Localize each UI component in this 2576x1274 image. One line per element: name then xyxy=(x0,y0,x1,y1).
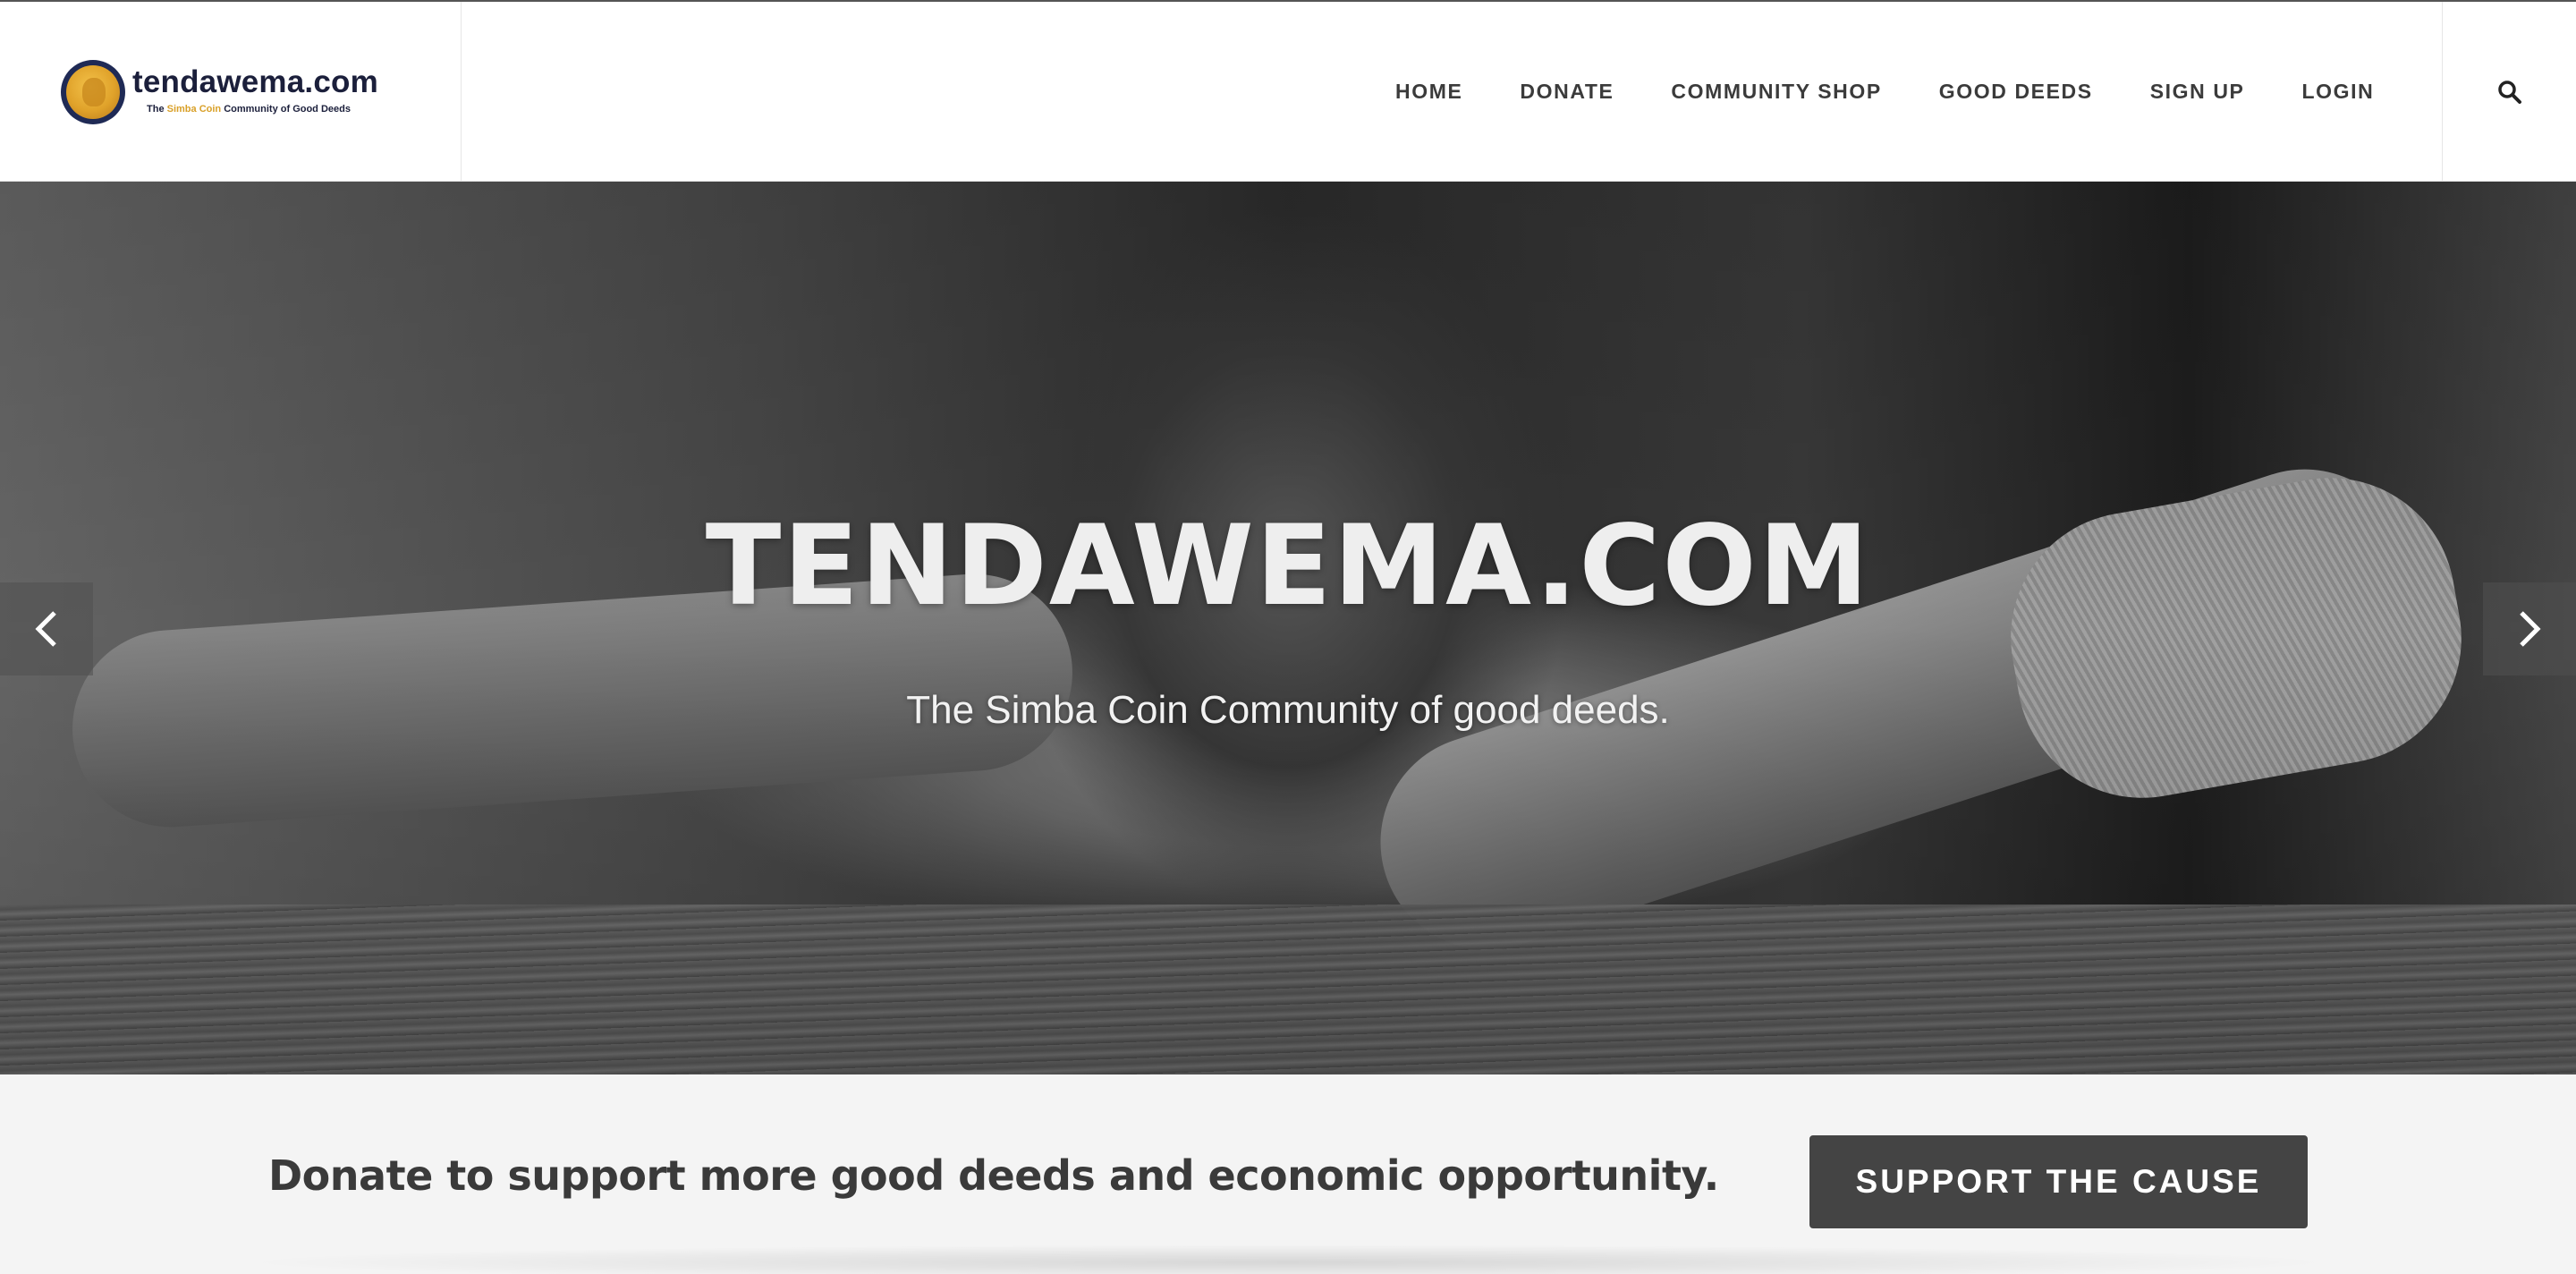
logo-title: tendawema.com xyxy=(132,64,378,99)
site-header: tendawema.com The Simba Coin Community o… xyxy=(0,0,2576,182)
cta-text: Donate to support more good deeds and ec… xyxy=(268,1151,1719,1200)
donate-cta-band: Donate to support more good deeds and ec… xyxy=(0,1074,2576,1274)
nav-sign-up[interactable]: SIGN UP xyxy=(2150,80,2245,104)
chevron-right-icon xyxy=(2520,611,2541,647)
support-the-cause-button[interactable]: SUPPORT THE CAUSE xyxy=(1809,1135,2308,1228)
search-icon xyxy=(2497,80,2521,104)
nav-login[interactable]: LOGIN xyxy=(2302,80,2375,104)
hero-subtitle: The Simba Coin Community of good deeds. xyxy=(906,688,1670,732)
logo-tagline: The Simba Coin Community of Good Deeds xyxy=(147,104,351,115)
chevron-left-icon xyxy=(35,611,56,647)
logo-link[interactable]: tendawema.com The Simba Coin Community o… xyxy=(0,2,462,182)
search-button[interactable] xyxy=(2442,2,2576,182)
nav-home[interactable]: HOME xyxy=(1395,80,1462,104)
nav-community-shop[interactable]: COMMUNITY SHOP xyxy=(1671,80,1881,104)
lion-logo-icon xyxy=(61,60,125,124)
main-nav: HOME DONATE COMMUNITY SHOP GOOD DEEDS SI… xyxy=(1395,2,2374,182)
slider-next-button[interactable] xyxy=(2483,582,2576,675)
hero-slider: TENDAWEMA.COM The Simba Coin Community o… xyxy=(0,182,2576,1074)
cta-shadow xyxy=(233,1244,2343,1274)
nav-good-deeds[interactable]: GOOD DEEDS xyxy=(1939,80,2093,104)
nav-donate[interactable]: DONATE xyxy=(1520,80,1614,104)
hero-title: TENDAWEMA.COM xyxy=(705,502,1871,631)
slider-prev-button[interactable] xyxy=(0,582,93,675)
